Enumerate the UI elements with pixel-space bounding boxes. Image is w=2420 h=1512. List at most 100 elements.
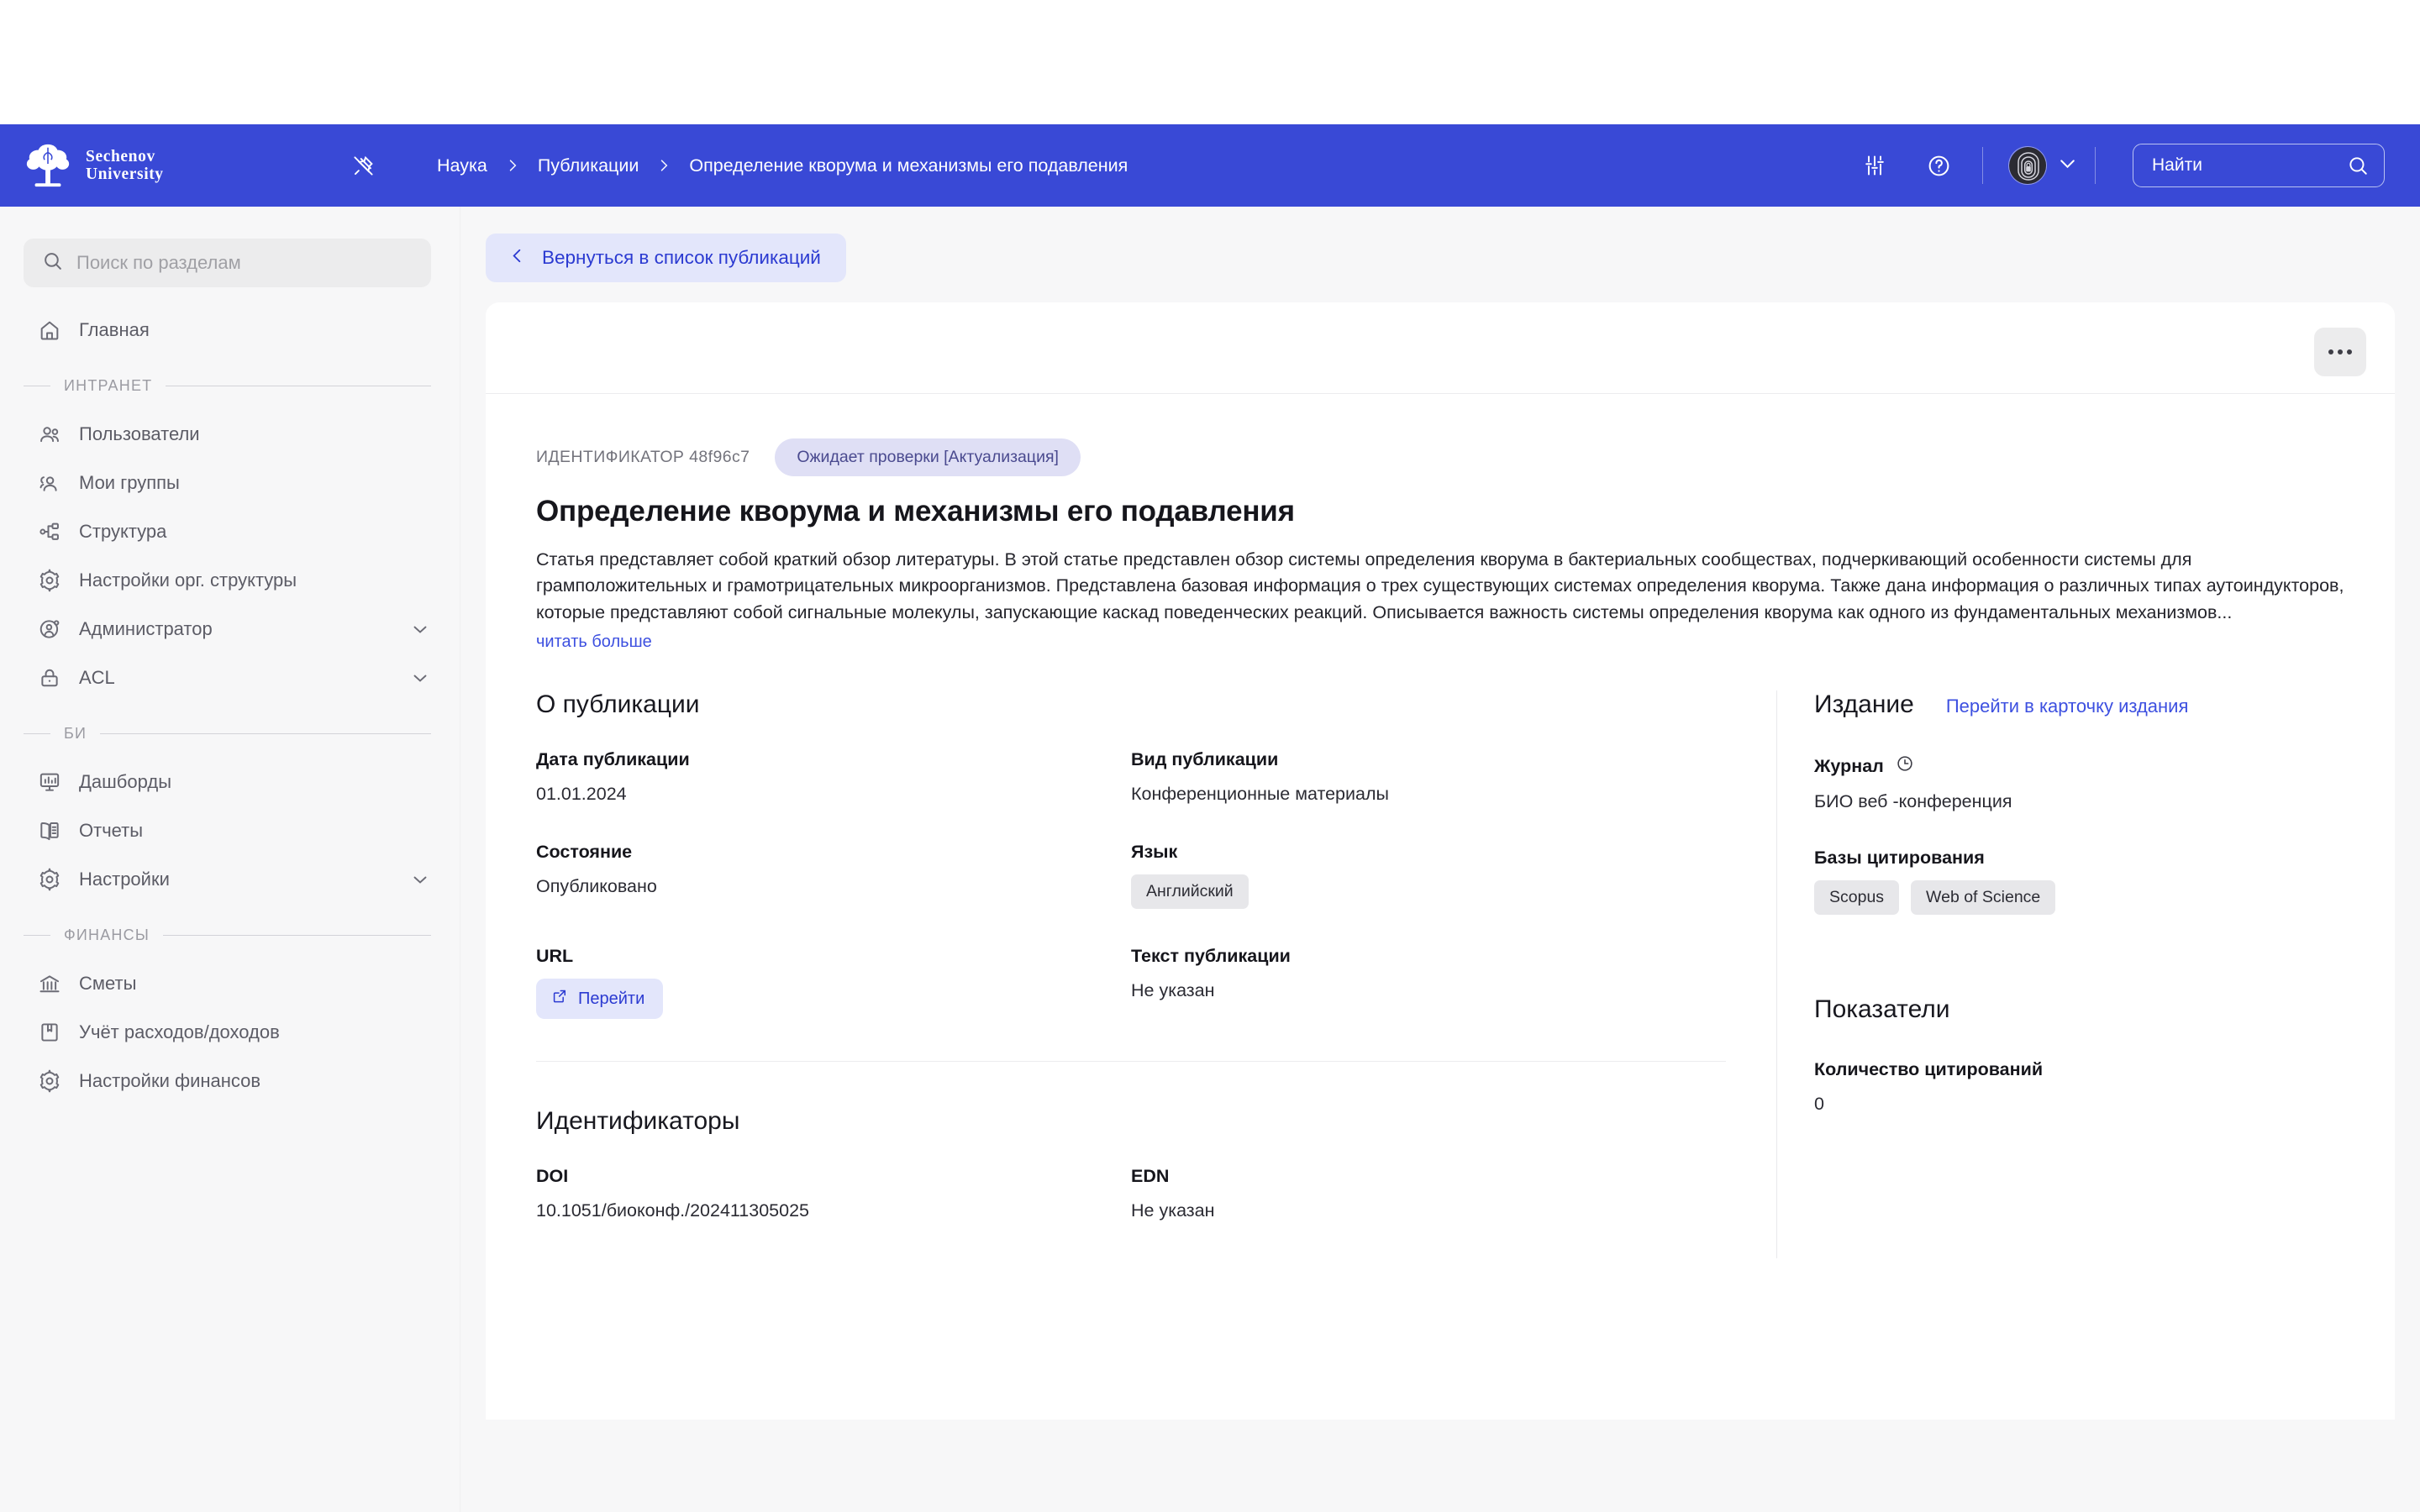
sidebar-item-учёт-расходов-доходов[interactable]: Учёт расходов/доходов [0,1008,460,1057]
book-open-icon [37,818,62,843]
page-title: Определение кворума и механизмы его пода… [536,495,1295,528]
chevron-down-icon[interactable] [409,667,431,689]
edition-title: Издание [1814,690,1914,719]
sidebar-item-label: Настройки орг. структуры [79,570,297,591]
ellipsis-icon[interactable] [2314,328,2366,376]
group-dash-right [162,934,431,936]
field-состояние: Состояние Опубликовано [536,842,1131,909]
sitemap-icon [37,519,62,544]
journal-value: БИО веб -конференция [1814,791,2012,812]
publication-card: ИДЕНТИФИКАТОР 48f96c7 Ожидает проверки [… [486,302,2395,1420]
chevron-down-icon [2057,153,2078,178]
sidebar-item-label: Учёт расходов/доходов [79,1021,280,1042]
clock-icon [1896,754,1914,778]
gear-icon [37,867,62,892]
pin-off-icon[interactable] [345,147,381,184]
field-label: Язык [1131,842,1178,863]
field-edn: EDN Не указан [1131,1166,1726,1221]
home-icon [37,318,62,343]
sidebar-item-label: Настройки финансов [79,1070,261,1091]
citations-label: Количество цитирований [1814,1059,2044,1080]
user-gear-icon [37,617,62,642]
edition-column: Издание Перейти в карточку издания Журна… [1776,690,2395,1259]
field-вид-публикации: Вид публикации Конференционные материалы [1131,749,1726,805]
ledger-book-icon [37,1020,62,1045]
breadcrumb-item-0[interactable]: Наука [437,155,487,176]
avatar[interactable] [2008,146,2078,185]
sliders-icon[interactable] [1854,145,1895,186]
sidebar-group-label: ИНТРАНЕТ [64,376,153,394]
field-дата-публикации: Дата публикации 01.01.2024 [536,749,1131,805]
sidebar-item-label: ACL [79,667,115,688]
page-top-gap [0,0,2420,124]
group-dash-left [24,732,50,734]
lock-icon [37,665,62,690]
tree-logo-icon [24,141,72,190]
sidebar-group-label: БИ [64,724,87,742]
sidebar-item-администратор[interactable]: Администратор [0,605,460,654]
go-to-edition-card-link[interactable]: Перейти в карточку издания [1946,696,2189,717]
back-to-publications-button[interactable]: Вернуться в список публикаций [486,234,846,282]
sidebar-item-пользователи[interactable]: Пользователи [0,410,460,459]
app-header: Sechenov University Наука Публикации Опр… [0,124,2420,207]
field-label: Дата публикации [536,749,690,770]
fingerprint-avatar-icon [2008,146,2047,185]
search-input[interactable]: Найти [2133,144,2385,187]
sidebar-item-label: Структура [79,521,167,542]
sidebar-search-input[interactable]: Поиск по разделам [24,239,431,287]
dashboard-icon [37,769,62,795]
sidebar-group-финансы: ФИНАНСЫ [0,911,460,959]
breadcrumb-item-1[interactable]: Публикации [538,155,639,176]
sidebar-item-структура[interactable]: Структура [0,507,460,556]
identifier-label: ИДЕНТИФИКАТОР 48f96c7 [536,448,750,466]
sidebar-item-настройки[interactable]: Настройки [0,855,460,904]
search-icon[interactable] [2347,155,2369,176]
sidebar-item-настройки-орг-структуры[interactable]: Настройки орг. структуры [0,556,460,605]
citation-databases-field: Базы цитирования Scopus Web of Science [1814,848,2395,916]
chevron-left-icon [508,246,527,270]
search-icon [42,250,63,276]
identifier-fields: DOI 10.1051/биоконф./202411305025 EDN Не ук… [536,1166,1726,1258]
field-label: DOI [536,1166,569,1187]
about-fields: Дата публикации 01.01.2024 Вид публикации К… [536,749,1726,1056]
citation-database-chip: Scopus [1814,880,1900,916]
sidebar-item-acl[interactable]: ACL [0,654,460,702]
sidebar-search-placeholder: Поиск по разделам [76,252,241,273]
sidebar-item-label: Настройки [79,869,170,890]
sidebar-item-сметы[interactable]: Сметы [0,959,460,1008]
sidebar-item-мои-группы[interactable]: Мои группы [0,459,460,507]
gear-icon [37,1068,62,1094]
sidebar-item-label: Администратор [79,618,213,639]
question-circle-icon[interactable] [1918,145,1959,186]
field-value: 01.01.2024 [536,784,627,805]
breadcrumb-item-2: Определение кворума и механизмы его пода… [689,155,1128,176]
chevron-right-icon [504,157,521,174]
header-divider [2095,147,2096,184]
sidebar: Поиск по разделам Главная ИНТРАНЕТ Пользов… [0,207,460,1512]
open-url-button[interactable]: Перейти [536,979,664,1020]
read-more-link[interactable]: читать больше [536,633,652,652]
field-label: Вид публикации [1131,749,1279,770]
field-value: 10.1051/биоконф./202411305025 [536,1200,809,1221]
metrics-block: Показатели Количество цитирований 0 [1814,995,2395,1115]
main-content: Вернуться в список публикаций ИДЕНТИФИКА… [460,207,2420,1512]
chevron-down-icon[interactable] [409,869,431,890]
sidebar-item-label: Пользователи [79,423,200,444]
chevron-down-icon[interactable] [409,618,431,640]
card-toolbar [486,302,2395,393]
group-dash-right [100,732,431,734]
sidebar-item-label: Мои группы [79,472,180,493]
brand-logo-block[interactable]: Sechenov University [24,141,309,190]
sidebar-nav: Главная ИНТРАНЕТ Пользователи Мои группы Стр… [0,306,460,1105]
sidebar-item-дашборды[interactable]: Дашборды [0,758,460,806]
about-section-title: О публикации [536,690,700,719]
edition-header: Издание Перейти в карточку издания [1814,690,2395,719]
sidebar-group-би: БИ [0,709,460,758]
field-value: Опубликовано [536,876,657,897]
user-group-icon [37,470,62,496]
sidebar-item-настройки-финансов[interactable]: Настройки финансов [0,1057,460,1105]
brand-line-1: Sechenov [86,147,155,165]
sidebar-item-отчеты[interactable]: Отчеты [0,806,460,855]
sidebar-item-главная[interactable]: Главная [0,306,460,354]
field-value: Конференционные материалы [1131,784,1389,805]
